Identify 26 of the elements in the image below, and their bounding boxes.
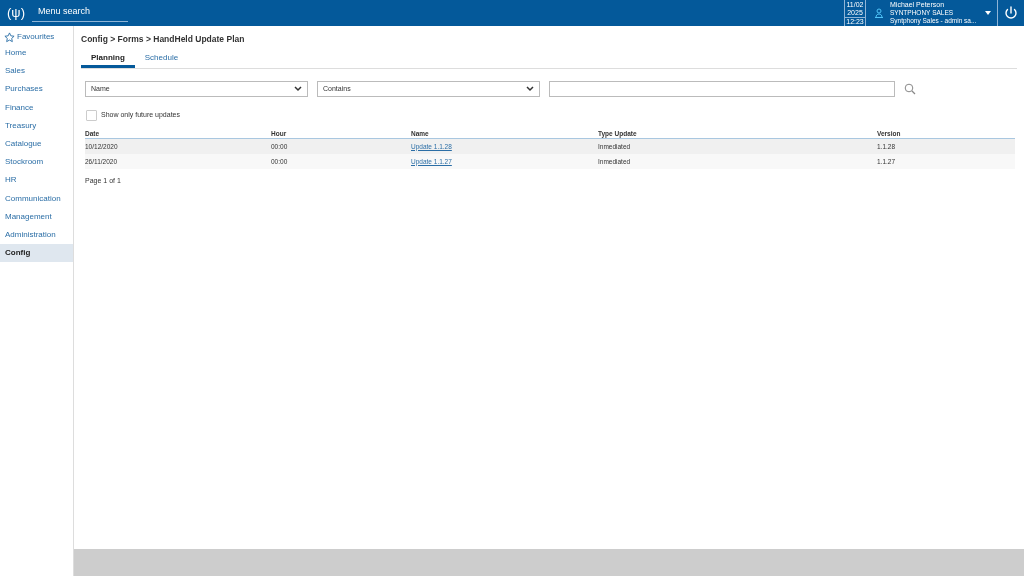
sidebar-item[interactable]: Finance — [0, 98, 73, 117]
tab[interactable]: Schedule — [134, 50, 189, 68]
caret-icon — [985, 11, 991, 15]
sidebar-item[interactable]: Sales — [0, 62, 73, 81]
menu-search-field[interactable]: Menu search — [32, 2, 128, 22]
sidebar-item[interactable]: Treasury — [0, 116, 73, 135]
sidebar-item[interactable]: Config — [0, 244, 73, 263]
search-icon[interactable] — [904, 83, 916, 95]
sidebar-item[interactable]: Purchases — [0, 80, 73, 99]
logo: (ψ) — [6, 4, 26, 23]
checkbox[interactable] — [86, 109, 97, 121]
sidebar-item[interactable]: HR — [0, 171, 73, 190]
sidebar-item[interactable]: Catalogue — [0, 134, 73, 154]
favourites-link[interactable]: Favourites — [0, 30, 73, 44]
user-icon — [874, 8, 884, 18]
tab[interactable]: Planning — [81, 50, 135, 68]
sidebar-item[interactable]: Communication — [0, 189, 73, 208]
sidebar-item[interactable]: Stockroom — [0, 153, 73, 172]
chevron-down-icon — [294, 86, 302, 92]
search-field[interactable] — [549, 81, 895, 97]
sidebar-item[interactable]: Administration — [0, 225, 73, 245]
star-icon — [4, 31, 15, 43]
chevron-down-icon — [526, 86, 534, 92]
breadcrumb: Config > Forms > HandHeld Update Plan — [81, 33, 246, 45]
sidebar-item[interactable]: Management — [0, 207, 73, 226]
sidebar-item[interactable]: Home — [0, 44, 73, 63]
